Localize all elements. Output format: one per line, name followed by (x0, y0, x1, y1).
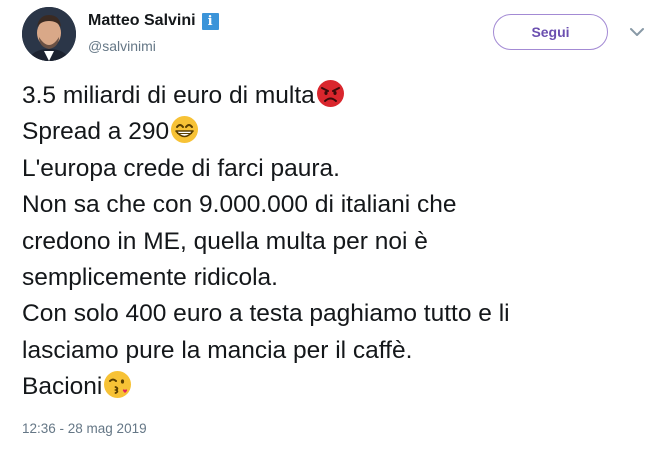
tweet-line: Con solo 400 euro a testa paghiamo tutto… (22, 300, 510, 328)
tweet-line: Non sa che con 9.000.000 di italiani che (22, 191, 457, 219)
author-display-name[interactable]: Matteo Salvini (88, 12, 196, 30)
tweet-line-text: 3.5 miliardi di euro di multa (22, 82, 315, 109)
follow-button[interactable]: Segui (493, 14, 608, 50)
tweet-line-text: Bacioni (22, 373, 103, 401)
tweet-line: L'europa crede di farci paura. (22, 154, 340, 182)
tweet-timestamp[interactable]: 12:36 - 28 mag 2019 (22, 421, 147, 436)
grinning-face-emoji (170, 115, 199, 144)
tweet-line: lasciamo pure la mancia per il caffè. (22, 336, 413, 364)
chevron-down-icon[interactable] (627, 22, 647, 42)
tweet-card: Matteo Salvini i @salvinimi Segui 3.5 mi… (0, 0, 668, 451)
tweet-line: semplicemente ridicola. (22, 263, 278, 291)
author-name-row: Matteo Salvini i (88, 12, 219, 30)
tweet-line: Spread a 290 (22, 114, 658, 150)
tweet-line-text: Spread a 290 (22, 118, 170, 146)
tweet-line: credono in ME, quella multa per noi è (22, 227, 428, 255)
tweet-line: 3.5 miliardi di euro di multa (22, 78, 658, 114)
verified-badge-icon: i (201, 12, 219, 30)
angry-face-emoji (316, 79, 345, 108)
tweet-text: 3.5 miliardi di euro di multa Spread a 2… (22, 78, 658, 406)
author-handle[interactable]: @salvinimi (88, 38, 156, 54)
kissing-wink-face-emoji (103, 370, 132, 399)
tweet-line: Bacioni (22, 369, 658, 405)
avatar[interactable] (22, 7, 76, 61)
